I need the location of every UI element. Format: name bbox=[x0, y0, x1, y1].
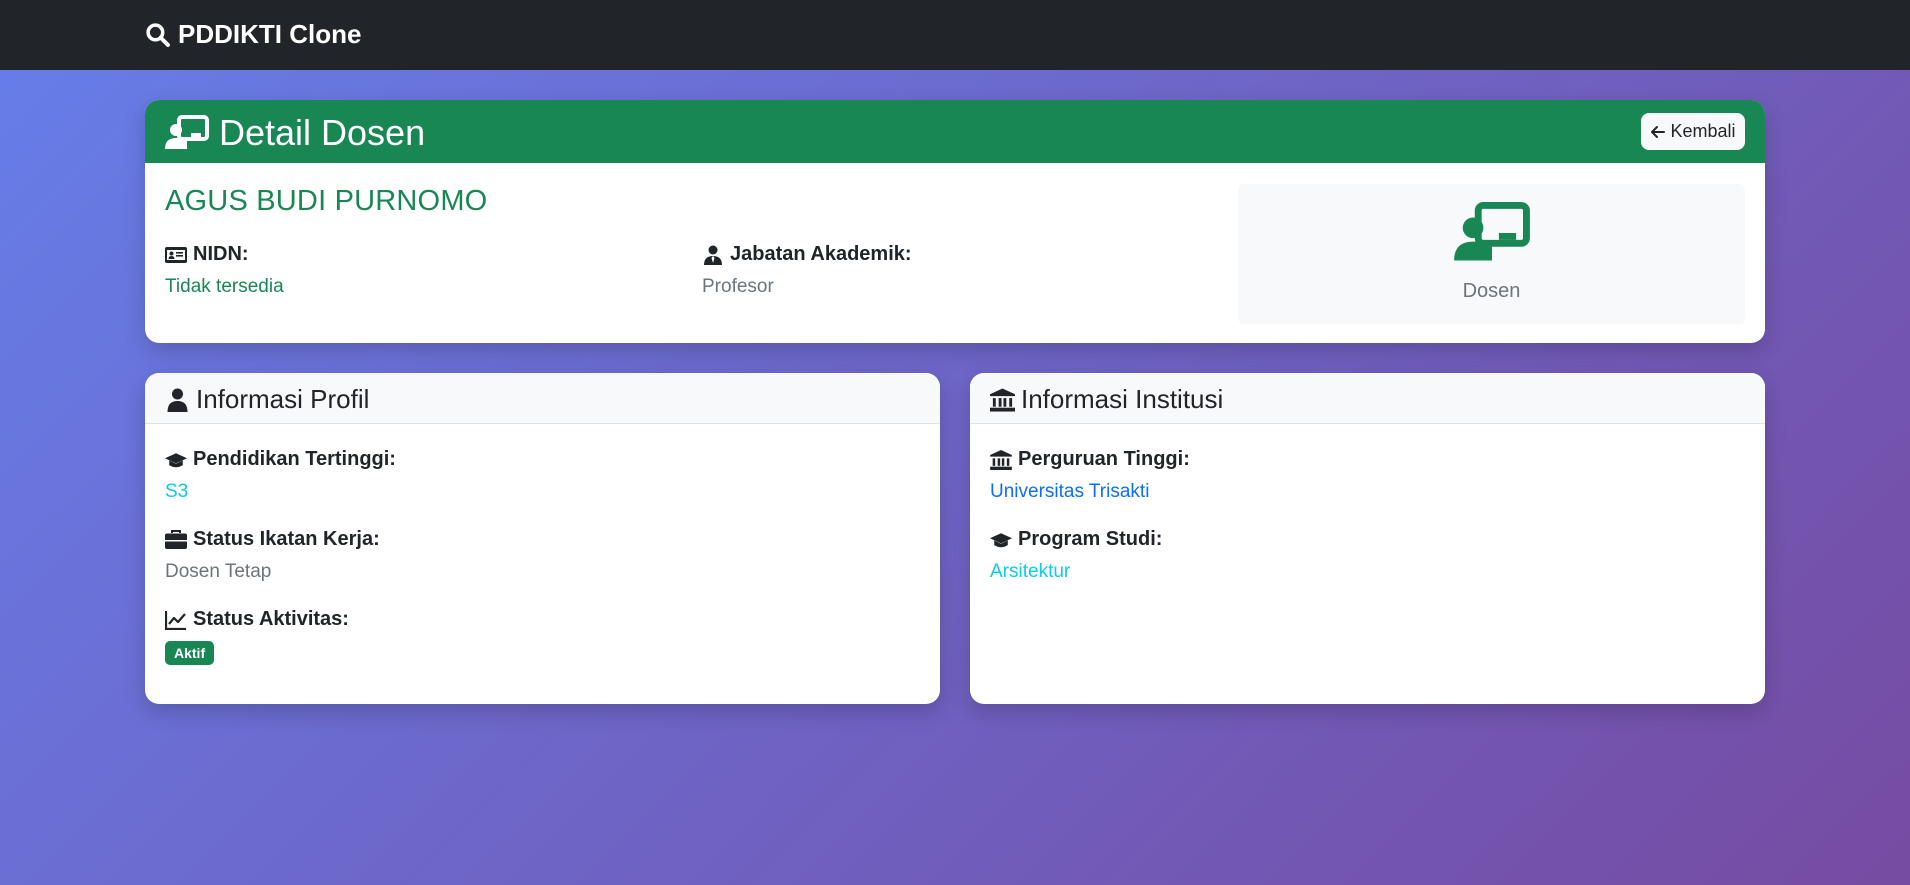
status-badge: Aktif bbox=[165, 641, 215, 665]
pendidikan-value: S3 bbox=[165, 481, 189, 502]
role-box: Dosen bbox=[1238, 184, 1745, 324]
institusi-card-title: Informasi Institusi bbox=[1021, 384, 1224, 414]
detail-header: Detail Dosen Kembali bbox=[145, 100, 1765, 163]
brand-label: PDDIKTI Clone bbox=[178, 19, 362, 49]
pendidikan-field: Pendidikan Tertinggi: S3 bbox=[165, 448, 396, 503]
id-card-icon bbox=[165, 246, 187, 263]
institusi-card-header: Informasi Institusi bbox=[970, 373, 1765, 424]
nidn-field: NIDN: Tidak tersedia bbox=[165, 243, 284, 298]
navbar: PDDIKTI Clone bbox=[0, 0, 1910, 70]
aktivitas-field: Status Aktivitas: Aktif bbox=[165, 608, 349, 665]
chalkboard-teacher-icon bbox=[1453, 202, 1530, 261]
page-title-text: Detail Dosen bbox=[219, 112, 426, 153]
ikatan-field: Status Ikatan Kerja: Dosen Tetap bbox=[165, 528, 380, 583]
jabatan-value: Profesor bbox=[702, 276, 774, 297]
nidn-value: Tidak tersedia bbox=[165, 276, 284, 297]
jabatan-label: Jabatan Akademik: bbox=[730, 243, 912, 265]
pendidikan-label: Pendidikan Tertinggi: bbox=[193, 448, 396, 470]
back-button[interactable]: Kembali bbox=[1641, 113, 1745, 150]
page-title: Detail Dosen bbox=[165, 112, 425, 154]
profile-card-header: Informasi Profil bbox=[145, 373, 940, 424]
pt-value: Universitas Trisakti bbox=[990, 481, 1150, 502]
prodi-label: Program Studi: bbox=[1018, 528, 1163, 550]
profile-card: Informasi Profil Pendidikan Tertinggi: S… bbox=[145, 373, 940, 704]
nidn-label: NIDN: bbox=[193, 243, 249, 265]
briefcase-icon bbox=[165, 529, 187, 549]
institusi-card: Informasi Institusi Perguruan Tinggi: Un… bbox=[970, 373, 1765, 704]
user-icon bbox=[167, 388, 188, 412]
arrow-left-icon bbox=[1651, 125, 1666, 138]
aktivitas-label: Status Aktivitas: bbox=[193, 608, 349, 630]
ikatan-value: Dosen Tetap bbox=[165, 561, 272, 582]
prodi-value: Arsitektur bbox=[990, 561, 1071, 582]
role-label: Dosen bbox=[1462, 280, 1521, 302]
detail-card: Detail Dosen Kembali AGUS BUDI PURNOMO N… bbox=[145, 100, 1765, 343]
pt-label: Perguruan Tinggi: bbox=[1018, 448, 1190, 470]
lecturer-name: AGUS BUDI PURNOMO bbox=[165, 185, 488, 217]
graduation-cap-icon bbox=[990, 532, 1012, 547]
university-icon bbox=[990, 449, 1012, 470]
search-icon bbox=[146, 23, 170, 47]
profile-card-title: Informasi Profil bbox=[196, 384, 370, 414]
chart-line-icon bbox=[165, 610, 186, 630]
chalkboard-teacher-icon bbox=[165, 115, 209, 149]
user-tie-icon bbox=[704, 245, 722, 265]
prodi-field: Program Studi: Arsitektur bbox=[990, 528, 1162, 583]
back-button-label: Kembali bbox=[1670, 121, 1736, 141]
brand-link[interactable]: PDDIKTI Clone bbox=[145, 19, 361, 50]
jabatan-field: Jabatan Akademik: Profesor bbox=[702, 243, 912, 298]
ikatan-label: Status Ikatan Kerja: bbox=[193, 528, 380, 550]
pt-field: Perguruan Tinggi: Universitas Trisakti bbox=[990, 448, 1190, 503]
graduation-cap-icon bbox=[165, 452, 187, 467]
university-icon bbox=[990, 387, 1015, 412]
